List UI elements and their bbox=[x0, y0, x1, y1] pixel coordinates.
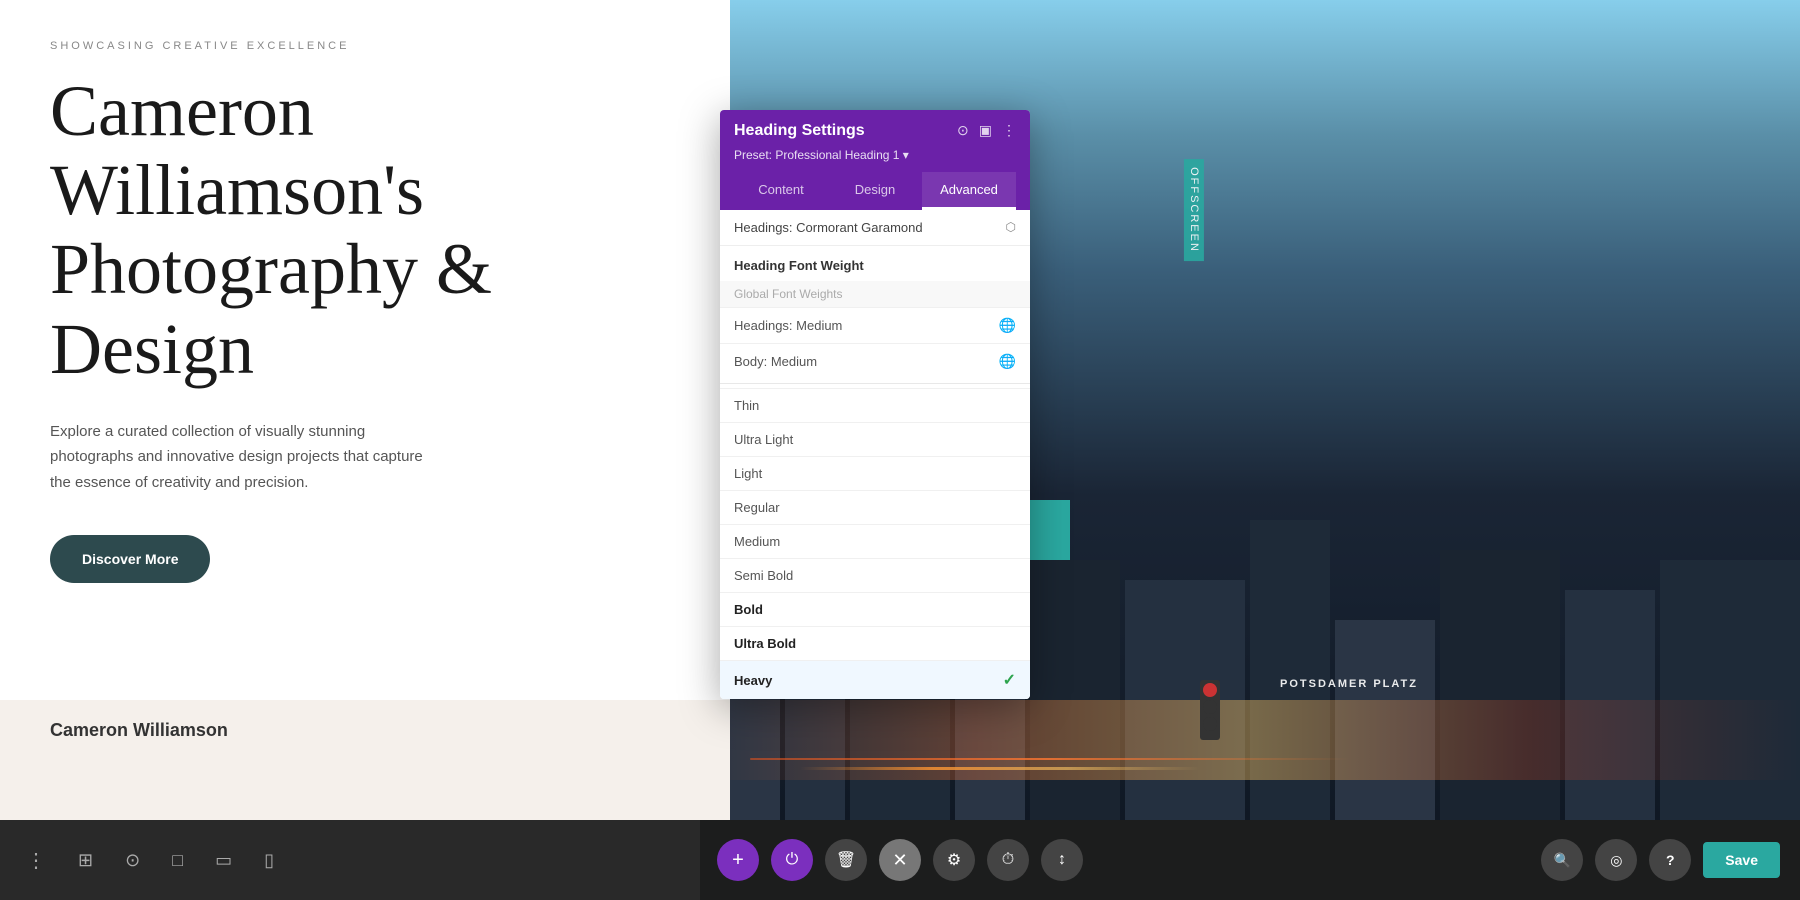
weight-option-headings-medium[interactable]: Headings: Medium 🌐 bbox=[720, 307, 1030, 343]
toolbar-mobile-icon[interactable]: ▯ bbox=[258, 844, 280, 877]
help-button[interactable]: ? bbox=[1649, 839, 1691, 881]
toolbar-grid-icon[interactable]: ⊞ bbox=[72, 844, 99, 877]
bottom-preview-strip: Cameron Williamson bbox=[0, 700, 730, 820]
toolbar-menu-icon[interactable]: ⋮ bbox=[20, 842, 52, 879]
weight-option-semibold[interactable]: Semi Bold bbox=[720, 558, 1030, 592]
font-select-label: Headings: Cormorant Garamond bbox=[734, 220, 923, 235]
toolbar-center: + ⏻ 🗑 ✕ ⚙ ⏱ ↕ bbox=[717, 839, 1083, 881]
weight-option-ultrabold[interactable]: Ultra Bold bbox=[720, 626, 1030, 660]
weight-label: Thin bbox=[734, 398, 759, 413]
search-right-button[interactable]: 🔍 bbox=[1541, 839, 1583, 881]
main-title: Cameron Williamson's Photography & Desig… bbox=[50, 72, 680, 389]
weight-label: Ultra Bold bbox=[734, 636, 796, 651]
settings-button[interactable]: ⚙ bbox=[933, 839, 975, 881]
toolbar-desktop-icon[interactable]: ▭ bbox=[209, 844, 238, 877]
tab-advanced[interactable]: Advanced bbox=[922, 172, 1016, 210]
tab-content[interactable]: Content bbox=[734, 172, 828, 210]
toolbar-left: ⋮ ⊞ ⊙ □ ▭ ▯ bbox=[20, 842, 280, 879]
panel-icon-grid[interactable]: ▣ bbox=[979, 123, 992, 140]
add-button[interactable]: + bbox=[717, 839, 759, 881]
offscreen-label: Offscreen bbox=[1184, 159, 1204, 261]
tab-design[interactable]: Design bbox=[828, 172, 922, 210]
view-button[interactable]: ◎ bbox=[1595, 839, 1637, 881]
weight-label: Ultra Light bbox=[734, 432, 793, 447]
delete-button[interactable]: 🗑 bbox=[825, 839, 867, 881]
font-select-row[interactable]: Headings: Cormorant Garamond ⬡ bbox=[720, 210, 1030, 246]
weight-option-ultralight[interactable]: Ultra Light bbox=[720, 422, 1030, 456]
weight-label: Semi Bold bbox=[734, 568, 793, 583]
weight-label: Light bbox=[734, 466, 762, 481]
global-weights-label: Global Font Weights bbox=[720, 281, 1030, 307]
weight-label: Regular bbox=[734, 500, 780, 515]
weight-option-heavy[interactable]: Heavy ✓ bbox=[720, 660, 1030, 699]
weight-divider bbox=[720, 383, 1030, 384]
check-icon: ✓ bbox=[1003, 670, 1016, 690]
preview-text: Cameron Williamson bbox=[50, 720, 228, 740]
preset-row[interactable]: Preset: Professional Heading 1 ▾ bbox=[734, 148, 1016, 162]
weight-option-regular[interactable]: Regular bbox=[720, 490, 1030, 524]
weight-option-light[interactable]: Light bbox=[720, 456, 1030, 490]
weight-label: Body: Medium bbox=[734, 354, 817, 369]
subtitle: SHOWCASING CREATIVE EXCELLENCE bbox=[50, 40, 680, 52]
weight-label: Bold bbox=[734, 602, 763, 617]
left-content-panel: SHOWCASING CREATIVE EXCELLENCE Cameron W… bbox=[0, 0, 730, 760]
weight-option-body-medium[interactable]: Body: Medium 🌐 bbox=[720, 343, 1030, 379]
weight-option-medium[interactable]: Medium bbox=[720, 524, 1030, 558]
panel-body: Headings: Cormorant Garamond ⬡ Heading F… bbox=[720, 210, 1030, 699]
font-weight-section-label: Heading Font Weight bbox=[720, 246, 1030, 281]
toolbar-search-icon[interactable]: ⊙ bbox=[119, 844, 146, 877]
panel-title: Heading Settings bbox=[734, 122, 865, 140]
save-button[interactable]: Save bbox=[1703, 842, 1780, 878]
panel-icon-circle[interactable]: ⊙ bbox=[957, 123, 969, 140]
toolbar-comment-icon[interactable]: □ bbox=[166, 844, 189, 877]
weight-label: Headings: Medium bbox=[734, 318, 842, 333]
timer-button[interactable]: ⏱ bbox=[987, 839, 1029, 881]
power-button[interactable]: ⏻ bbox=[771, 839, 813, 881]
weight-label: Medium bbox=[734, 534, 780, 549]
panel-tabs: Content Design Advanced bbox=[734, 172, 1016, 210]
bottom-toolbar: ⋮ ⊞ ⊙ □ ▭ ▯ + ⏻ 🗑 ✕ ⚙ ⏱ ↕ 🔍 ◎ ? Save bbox=[0, 820, 1800, 900]
heading-settings-panel: Heading Settings ⊙ ▣ ⋮ Preset: Professio… bbox=[720, 110, 1030, 699]
globe-icon: 🌐 bbox=[999, 353, 1016, 370]
panel-header-icons: ⊙ ▣ ⋮ bbox=[957, 123, 1016, 140]
panel-header: Heading Settings ⊙ ▣ ⋮ Preset: Professio… bbox=[720, 110, 1030, 210]
weight-label: Heavy bbox=[734, 673, 772, 688]
panel-icon-more[interactable]: ⋮ bbox=[1002, 123, 1016, 140]
teal-accent-rect bbox=[1030, 500, 1070, 560]
weight-option-thin[interactable]: Thin bbox=[720, 388, 1030, 422]
weight-option-bold[interactable]: Bold bbox=[720, 592, 1030, 626]
toolbar-right: 🔍 ◎ ? Save bbox=[1541, 839, 1780, 881]
globe-icon: 🌐 bbox=[999, 317, 1016, 334]
font-select-arrow-icon: ⬡ bbox=[1006, 220, 1016, 235]
discover-more-button[interactable]: Discover More bbox=[50, 535, 210, 583]
description-text: Explore a curated collection of visually… bbox=[50, 419, 430, 496]
close-button[interactable]: ✕ bbox=[879, 839, 921, 881]
resize-button[interactable]: ↕ bbox=[1041, 839, 1083, 881]
